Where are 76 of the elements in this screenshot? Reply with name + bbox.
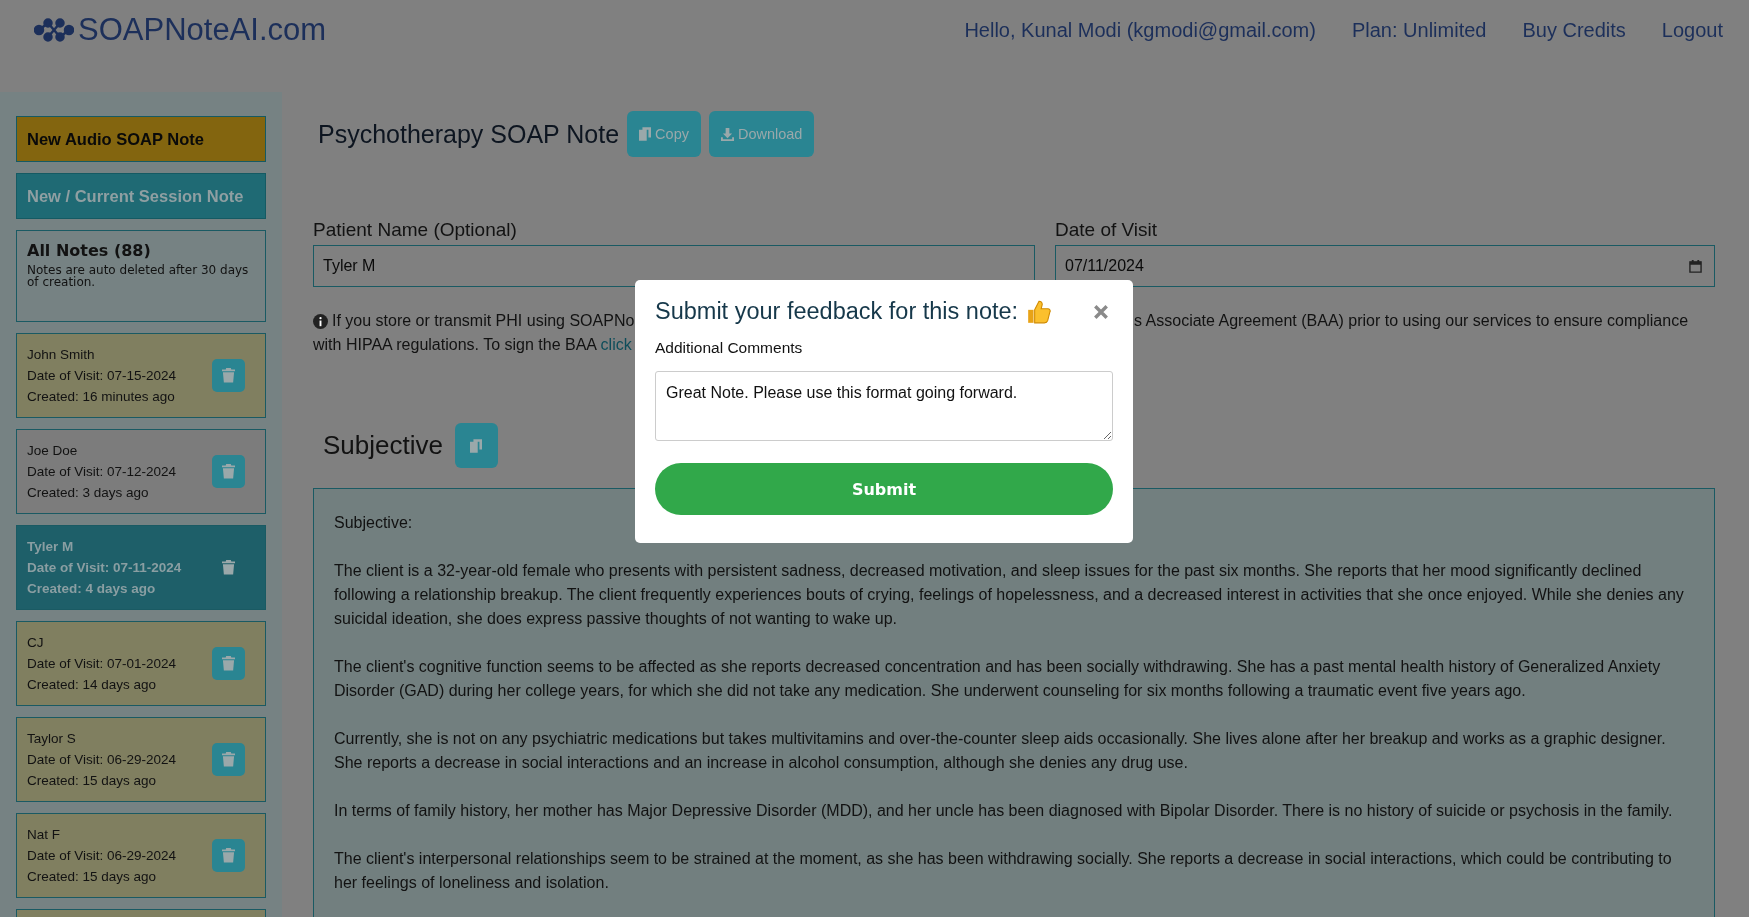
note-card[interactable]: CJ Date of Visit: 07-01-2024 Created: 14 days ago — [16, 621, 266, 706]
thumbs-up-icon — [1026, 298, 1053, 325]
notice-text: s Associate Agreement (BAA) prior to using our services to ensure compliance — [1134, 311, 1690, 331]
created-time: Created: 14 days ago — [27, 676, 158, 694]
comments-field[interactable]: Great Note. Please use this format going forward. — [655, 371, 1113, 441]
patient-name: CJ — [27, 634, 45, 652]
new-audio-note-button[interactable]: New Audio SOAP Note — [16, 116, 266, 162]
visit-date: Date of Visit: 07-12-2024 — [27, 463, 177, 481]
created-time: Created: 15 days ago — [27, 772, 158, 790]
note-card[interactable]: John Smith Date of Visit: 07-15-2024 Created: 16 minutes ago — [16, 333, 266, 418]
trash-icon — [222, 464, 235, 479]
patient-name: John Smith — [27, 346, 96, 364]
all-notes-title: All Notes (88) — [27, 241, 152, 260]
patient-name-field[interactable]: Tyler M — [313, 245, 1035, 287]
trash-icon — [222, 368, 235, 383]
visit-date: Date of Visit: 06-29-2024 — [27, 751, 177, 769]
trash-icon — [222, 656, 235, 671]
delete-button[interactable] — [212, 743, 245, 776]
visit-date: Date of Visit: 07-11-2024 — [27, 559, 182, 577]
created-time: Created: 4 days ago — [27, 580, 157, 598]
trash-icon — [222, 560, 235, 575]
calendar-icon[interactable] — [1689, 259, 1702, 273]
info-icon — [313, 313, 328, 329]
field-label: Patient Name (Optional) — [313, 219, 518, 241]
nav-link[interactable]: Buy Credits — [1522, 18, 1626, 42]
note-card[interactable]: Tyler M Date of Visit: 07-11-2024 Created: 4 days ago — [16, 525, 266, 610]
close-icon — [1093, 303, 1109, 320]
nav-link[interactable]: Plan: Unlimited — [1351, 18, 1487, 42]
notice-text: If you store or transmit PHI using SOAPNo — [332, 311, 635, 331]
notice-text: with HIPAA regulations. To sign the BAA — [313, 336, 597, 353]
download-button[interactable]: Download — [708, 111, 815, 157]
field-label: Date of Visit — [1055, 219, 1159, 241]
patient-name: Taylor S — [27, 730, 77, 748]
delete-button[interactable] — [212, 455, 245, 488]
created-time: Created: 3 days ago — [27, 484, 150, 502]
note-paragraph: Subjective: — [334, 513, 414, 533]
date-field[interactable]: 07/11/2024 — [1055, 245, 1715, 287]
site-logo-text[interactable]: SOAPNoteAI.com — [78, 12, 327, 48]
note-paragraph: The client's cognitive function seems to be affected as she reports decreased concentration and has been socially withdrawing. She has a past mental health history of Generalized Anxiety Disorder (GAD) during her college years, for which she did not take any medication. She underwent counseling for six months following a traumatic event five years ago. — [334, 657, 1662, 701]
delete-button[interactable] — [212, 839, 245, 872]
download-icon — [720, 127, 734, 141]
new-session-note-button[interactable]: New / Current Session Note — [16, 173, 266, 219]
logo-icon — [34, 18, 74, 42]
created-time: Created: 16 minutes ago — [27, 388, 176, 406]
section-title: Subjective — [323, 430, 443, 461]
visit-date: Date of Visit: 06-29-2024 — [27, 847, 177, 865]
note-card[interactable]: Nat F Date of Visit: 06-29-2024 Created: 15 days ago — [16, 813, 266, 898]
trash-icon — [222, 848, 235, 863]
copy-button[interactable]: Copy — [627, 111, 701, 157]
dialog-title: Submit your feedback for this note: — [655, 298, 1019, 325]
patient-name: Joe Doe — [27, 442, 79, 460]
created-time: Created: 15 days ago — [27, 868, 158, 886]
visit-date: Date of Visit: 07-15-2024 — [27, 367, 177, 385]
patient-name: Tyler M — [27, 538, 75, 556]
copy-icon — [639, 127, 652, 141]
note-paragraph: The client's interpersonal relationships seem to be strained at the moment, as she has been withdrawing socially. She reports a decrease in social interactions, which could be contributing to her feelings of loneliness and isolation. — [334, 849, 1673, 893]
submit-button[interactable]: Submit — [655, 463, 1113, 515]
auto-delete-hint: Notes are auto deleted after 30 days of creation. — [27, 264, 250, 288]
trash-icon — [222, 752, 235, 767]
note-title: Psychotherapy SOAP Note — [318, 119, 620, 149]
delete-button[interactable] — [212, 359, 245, 392]
note-paragraph: Currently, she is not on any psychiatric medications but takes multivitamins and over-the-counter sleep aids occasionally. She lives alone after her breakup and works as a graphic designer. She reports a decrease in social interactions and an increase in alcohol consumption, although she denies any drug use. — [334, 729, 1667, 773]
note-paragraph: The client is a 32-year-old female who presents with persistent sadness, decreased motivation, and sleep issues for the past six months. She reports that her mood significantly declined following a relationship breakup. The client frequently experiences bouts of crying, feelings of hopelessness, and a decreased interest in activities that she once enjoyed. While she denies any suicidal ideation, she does express passive thoughts of not wanting to wake up. — [334, 561, 1685, 629]
baa-link[interactable]: click — [600, 336, 632, 353]
nav-link[interactable]: Hello, Kunal Modi (kgmodi@gmail.com) — [964, 18, 1316, 42]
note-paragraph: In terms of family history, her mother has Major Depressive Disorder (MDD), and her uncle has been diagnosed with Bipolar Disorder. There is no history of suicide or psychosis in the family. — [334, 801, 1674, 821]
all-notes-card[interactable]: All Notes (88) Notes are auto deleted after 30 days of creation. — [16, 230, 266, 322]
copy-section-button[interactable] — [454, 423, 498, 468]
copy-icon — [470, 438, 483, 453]
note-card[interactable]: Joe Doe Date of Visit: 07-12-2024 Created: 3 days ago — [16, 429, 266, 514]
visit-date: Date of Visit: 07-01-2024 — [27, 655, 177, 673]
comments-label: Additional Comments — [655, 339, 804, 357]
nav-link[interactable]: Logout — [1661, 18, 1723, 42]
delete-button[interactable] — [212, 647, 245, 680]
note-card[interactable]: Taylor S Date of Visit: 06-29-2024 Created: 15 days ago — [16, 717, 266, 802]
patient-name: Nat F — [27, 826, 61, 844]
